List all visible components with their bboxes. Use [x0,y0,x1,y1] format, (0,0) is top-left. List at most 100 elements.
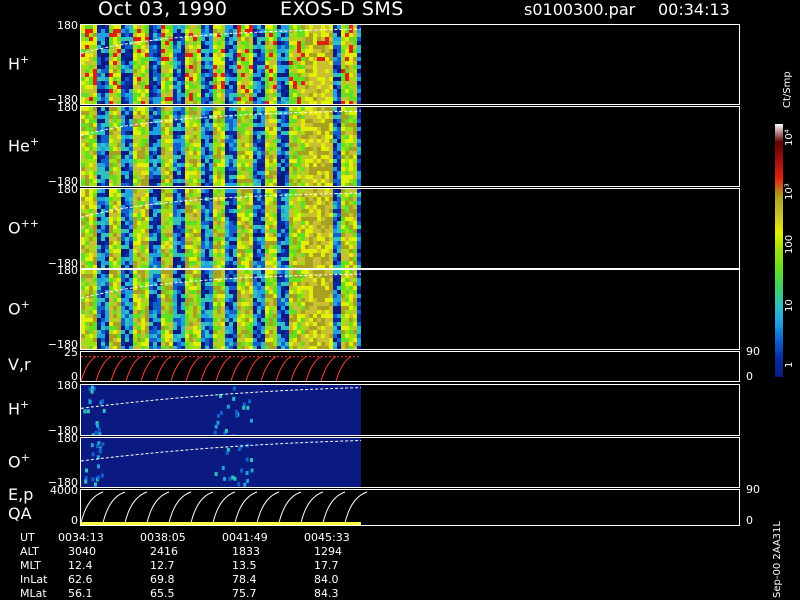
heat-cell [213,97,217,101]
heat-cell [85,93,89,97]
heat-cell [117,111,121,115]
heat-cell [321,101,325,104]
heat-cell [85,290,89,294]
heat-cell [129,97,133,101]
heat-cell [217,147,221,151]
heat-cell [101,53,105,57]
heat-cell [185,290,189,294]
heat-cell [213,25,217,29]
heat-cell [181,205,185,209]
heat-cell [277,41,281,45]
heat-cell [101,205,105,209]
heat-cell [185,257,189,261]
heat-cell [137,318,141,322]
heat-cell [221,37,225,41]
heat-cell [157,69,161,73]
heat-cell [133,217,137,221]
heat-cell [209,131,213,135]
heat-cell [201,205,205,209]
heat-cell [169,326,173,330]
heat-cell [269,41,273,45]
heat-cell [169,135,173,139]
heat-cell [357,221,361,225]
heat-cell [329,189,333,193]
heat-cell [133,37,137,41]
heat-cell [153,274,157,278]
heat-cell [141,334,145,338]
heat-cell [353,69,357,73]
heat-cell [133,233,137,237]
heat-cell [325,233,329,237]
heat-cell [269,93,273,97]
heat-cell [121,77,125,81]
heat-cell [105,298,109,302]
heat-cell [177,179,181,183]
heat-cell [201,37,205,41]
heat-cell [225,225,229,229]
heat-cell [105,245,109,249]
heat-cell [105,294,109,298]
heat-cell [101,189,105,193]
heat-cell [93,89,97,93]
heat-cell [125,97,129,101]
heat-cell [109,193,113,197]
heat-cell [101,143,105,147]
heat-cell [209,73,213,77]
heat-cell [177,270,181,274]
heat-cell [309,29,313,33]
heat-cell [285,221,289,225]
heat-cell [253,81,257,85]
heat-cell [245,225,249,229]
heat-cell [137,61,141,65]
heat-cell [257,25,261,29]
heat-cell [113,245,117,249]
heat-cell [297,69,301,73]
heat-cell [125,282,129,286]
heat-cell [353,139,357,143]
heat-cell [181,261,185,265]
heat-cell [281,81,285,85]
heat-cell [325,101,329,104]
heat-cell [93,73,97,77]
heat-cell [169,298,173,302]
heat-cell [345,213,349,217]
heat-cell [101,159,105,163]
heat-cell [181,213,185,217]
heat-cell [269,225,273,229]
heat-cell [185,318,189,322]
heat-cell [281,135,285,139]
heat-cell [321,225,325,229]
heat-cell [181,107,185,111]
heat-cell [197,69,201,73]
heat-cell [349,221,353,225]
heat-cell [181,179,185,183]
heat-cell [249,123,253,127]
heat-cell [305,163,309,167]
heat-cell [105,49,109,53]
heat-cell [189,93,193,97]
heat-cell [137,135,141,139]
heat-cell [93,77,97,81]
heat-cell [293,217,297,221]
heat-cell [357,233,361,237]
heat-cell [101,29,105,33]
heat-cell [89,270,93,274]
heat-cell [333,261,337,265]
heat-cell [129,298,133,302]
heat-cell [277,37,281,41]
heat-cell [305,179,309,183]
heat-cell [105,205,109,209]
heat-cell [249,175,253,179]
heat-cell [289,175,293,179]
heat-cell [181,322,185,326]
heat-cell [173,298,177,302]
heat-cell [105,159,109,163]
heat-cell [269,107,273,111]
heat-cell [121,237,125,241]
heat-cell [89,61,93,65]
heat-cell [349,45,353,49]
heat-cell [129,342,133,346]
heat-cell [153,89,157,93]
heat-cell [229,167,233,171]
heat-cell [289,69,293,73]
